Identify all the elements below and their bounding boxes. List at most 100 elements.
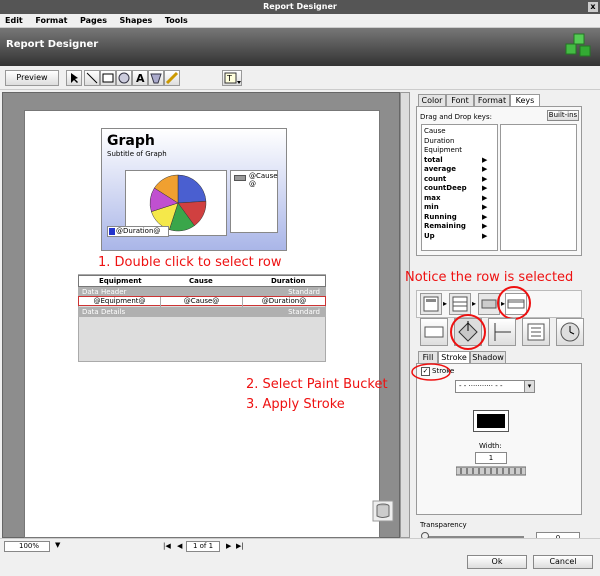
legend-label: @Cause @ — [249, 172, 278, 188]
menu-pages[interactable]: Pages — [75, 14, 112, 28]
width-label: Width: — [479, 442, 502, 450]
width-input[interactable]: 1 — [475, 452, 507, 464]
cubes-logo-icon — [565, 33, 591, 57]
col-equipment: Equipment — [99, 277, 142, 285]
cancel-button[interactable]: Cancel — [533, 555, 593, 569]
line-style-value: - - ··········· - - — [459, 382, 503, 390]
svg-text:T: T — [226, 74, 232, 83]
menu-edit[interactable]: Edit — [0, 14, 28, 28]
preview-button[interactable]: Preview — [5, 70, 59, 86]
menu-bar: Edit Format Pages Shapes Tools — [0, 14, 600, 28]
next-page-icon[interactable]: ▶ — [226, 542, 231, 550]
report-icon[interactable] — [420, 293, 442, 315]
data-details-standard: Standard — [288, 308, 320, 316]
path-arrow-icon: ▸ — [472, 299, 477, 308]
key-item-bold[interactable]: Remaining — [424, 222, 466, 230]
expand-arrow-icon[interactable]: ▶ — [482, 222, 487, 230]
annotation-apply-stroke: 3. Apply Stroke — [246, 397, 345, 412]
stroke-circle — [411, 363, 451, 381]
prev-page-icon[interactable]: ◀ — [177, 542, 182, 550]
graph-legend[interactable]: @Cause @ — [230, 170, 278, 233]
expand-arrow-icon[interactable]: ▶ — [482, 175, 487, 183]
data-details-label: Data Details — [82, 308, 126, 316]
line-style-select[interactable]: - - ··········· - - — [455, 380, 535, 393]
image-tool-icon[interactable]: T — [222, 70, 242, 86]
builtins-button[interactable]: Built-ins — [547, 110, 579, 121]
table-icon[interactable] — [449, 293, 471, 315]
key-item-bold[interactable]: total — [424, 156, 443, 164]
duration-label: @Duration@ — [116, 227, 161, 235]
pencil-tool-icon[interactable] — [164, 70, 180, 86]
cell-duration: @Duration@ — [261, 297, 307, 305]
line-tool-icon[interactable] — [84, 70, 100, 86]
table-row[interactable]: @Equipment@ @Cause@ @Duration@ — [78, 296, 326, 307]
first-page-icon[interactable]: |◀ — [163, 542, 171, 550]
layout-icon[interactable] — [488, 318, 516, 346]
database-icon[interactable] — [372, 500, 394, 522]
list-icon[interactable] — [522, 318, 550, 346]
ok-button[interactable]: Ok — [467, 555, 527, 569]
menu-format[interactable]: Format — [30, 14, 72, 28]
key-item[interactable]: Cause — [424, 127, 446, 135]
key-item-bold[interactable]: max — [424, 194, 441, 202]
expand-arrow-icon[interactable]: ▶ — [482, 194, 487, 202]
data-header-standard: Standard — [288, 288, 320, 296]
shape-tool-icon[interactable] — [148, 70, 164, 86]
chevron-down-icon[interactable]: ▾ — [524, 381, 534, 392]
expand-arrow-icon[interactable]: ▶ — [482, 232, 487, 240]
key-item-bold[interactable]: Up — [424, 232, 435, 240]
page-indicator[interactable]: 1 of 1 — [186, 541, 220, 552]
data-header-label: Data Header — [82, 288, 127, 296]
zoom-dropdown-icon[interactable]: ▼ — [55, 541, 60, 549]
text-tool-icon[interactable]: A — [132, 70, 148, 86]
menu-shapes[interactable]: Shapes — [115, 14, 158, 28]
expand-arrow-icon[interactable]: ▶ — [482, 213, 487, 221]
col-cause: Cause — [189, 277, 213, 285]
key-item[interactable]: Duration — [424, 137, 454, 145]
zoom-select[interactable]: 100% — [4, 541, 50, 552]
stroke-color-swatch[interactable] — [473, 410, 509, 432]
col-duration: Duration — [271, 277, 306, 285]
rectangle-tool-icon[interactable] — [100, 70, 116, 86]
row-style-icon[interactable] — [420, 318, 448, 346]
header-title: Report Designer — [6, 39, 99, 50]
expand-arrow-icon[interactable]: ▶ — [482, 165, 487, 173]
expand-arrow-icon[interactable]: ▶ — [482, 203, 487, 211]
key-item-bold[interactable]: average — [424, 165, 456, 173]
svg-text:A: A — [136, 72, 145, 85]
cell-equipment: @Equipment@ — [79, 297, 161, 307]
menu-tools[interactable]: Tools — [160, 14, 193, 28]
toolbar: Preview A T — [0, 66, 600, 90]
paint-bucket-circle — [450, 314, 486, 350]
clock-icon[interactable] — [556, 318, 584, 346]
graph-subtitle: Subtitle of Graph — [107, 150, 167, 158]
expand-arrow-icon[interactable]: ▶ — [482, 156, 487, 164]
annotation-double-click: 1. Double click to select row — [98, 255, 282, 270]
annotation-paint-bucket: 2. Select Paint Bucket — [246, 377, 388, 392]
key-item-bold[interactable]: countDeep — [424, 184, 467, 192]
header-banner: Report Designer — [0, 28, 600, 66]
keys-list[interactable]: Cause Duration Equipment total ▶ average ▶ coun… — [421, 124, 498, 251]
cell-cause: @Cause@ — [161, 297, 243, 307]
window-title: Report Designer x — [0, 0, 600, 14]
data-details-band[interactable]: Data Details Standard — [78, 307, 326, 317]
expand-arrow-icon[interactable]: ▶ — [482, 184, 487, 192]
key-item-bold[interactable]: count — [424, 175, 446, 183]
pointer-tool-icon[interactable] — [66, 70, 82, 86]
path-arrow-icon: ▸ — [443, 299, 448, 308]
annotation-row-selected: Notice the row is selected — [405, 270, 574, 285]
key-item[interactable]: Equipment — [424, 146, 462, 154]
keys-sublist[interactable] — [500, 124, 577, 251]
key-item-bold[interactable]: min — [424, 203, 439, 211]
graph-title: Graph — [107, 133, 155, 149]
selection-circle — [497, 286, 531, 320]
width-slider[interactable] — [456, 465, 526, 477]
pie-slice — [177, 174, 207, 204]
legend-swatch — [234, 175, 246, 181]
canvas-scrollbar[interactable] — [400, 92, 410, 538]
last-page-icon[interactable]: ▶| — [236, 542, 244, 550]
key-item-bold[interactable]: Running — [424, 213, 457, 221]
transparency-label: Transparency — [420, 521, 467, 529]
ellipse-tool-icon[interactable] — [116, 70, 132, 86]
close-icon[interactable]: x — [588, 2, 598, 12]
